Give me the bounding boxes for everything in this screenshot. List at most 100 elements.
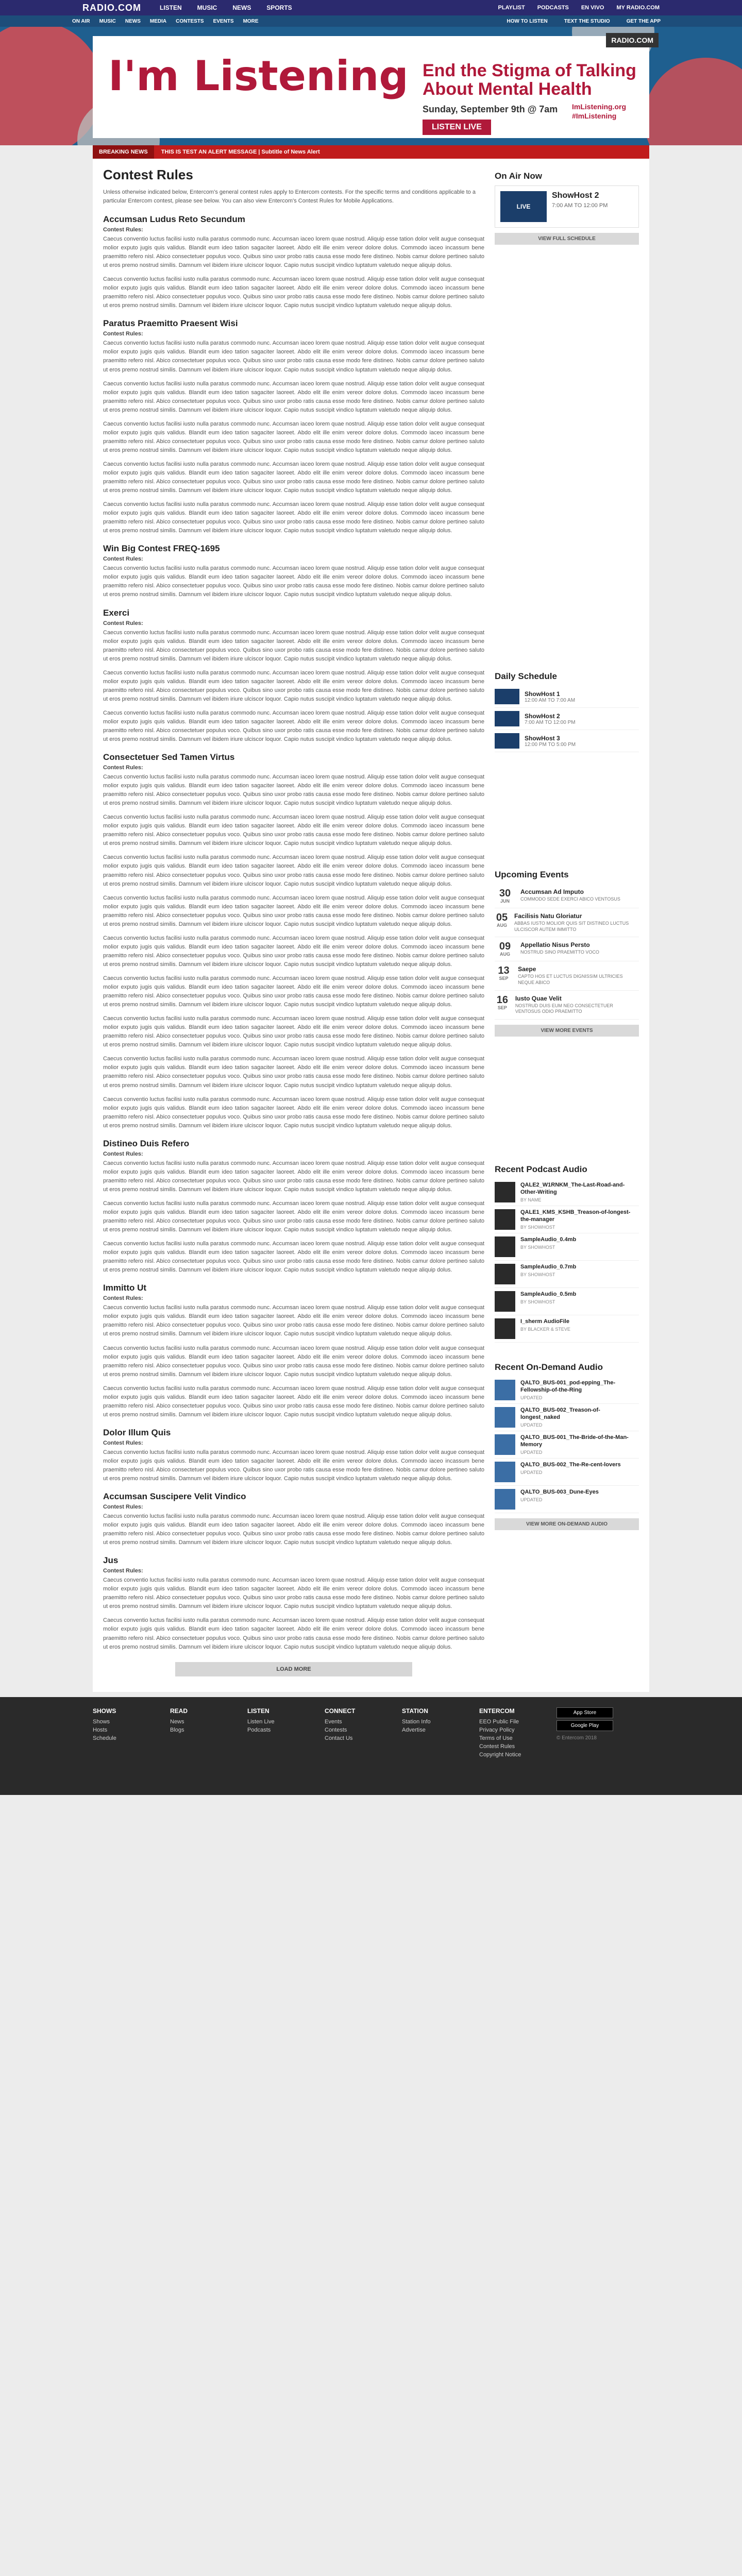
footer-link[interactable]: Hosts (93, 1727, 170, 1733)
podcast-item[interactable]: SampleAudio_0.7mb BY SHOWHOST (495, 1261, 639, 1289)
nav-en-vivo[interactable]: EN VIVO (581, 5, 604, 11)
station-nav-music[interactable]: MUSIC (99, 19, 116, 24)
full-schedule-button[interactable]: VIEW FULL SCHEDULE (495, 233, 639, 245)
google-play-badge[interactable]: Google Play (556, 1720, 613, 1731)
ondemand-item[interactable]: QALTO_BUS-001_pod-epping_The-Fellowship-… (495, 1377, 639, 1404)
footer-link[interactable]: Shows (93, 1719, 170, 1725)
podcast-item[interactable]: SampleAudio_0.4mb BY SHOWHOST (495, 1233, 639, 1261)
ondemand-info: QALTO_BUS-003_Dune-Eyes UPDATED (520, 1489, 599, 1510)
section-paragraph: Caecus conventio luctus facilisi iusto n… (103, 1385, 484, 1418)
listen-live-button[interactable]: LISTEN LIVE (423, 120, 491, 135)
event-date: 05 AUG (495, 912, 509, 933)
footer-heading: ENTERCOM (479, 1707, 515, 1715)
ondemand-item[interactable]: QALTO_BUS-001_The-Bride-of-the-Man-Memor… (495, 1431, 639, 1459)
section-paragraph: Caecus conventio luctus facilisi iusto n… (103, 565, 484, 598)
campaign-banner[interactable]: I'm Listening End the Stigma of Talking … (93, 36, 649, 138)
breaking-news-bar[interactable]: BREAKING NEWS THIS IS TEST AN ALERT MESS… (93, 145, 649, 159)
podcast-item[interactable]: QALE1_KMS_KSHB_Treason-of-longest-the-ma… (495, 1206, 639, 1234)
event-description: COMMODO SEDE EXERCI ABICO VENTOSUS (520, 896, 620, 902)
station-nav-news[interactable]: NEWS (125, 19, 141, 24)
radio-logo[interactable]: RADIO.COM (82, 3, 141, 13)
ondemand-item[interactable]: QALTO_BUS-002_The-Re-cent-lovers UPDATED (495, 1459, 639, 1486)
ondemand-status: UPDATED (520, 1395, 543, 1400)
event-item[interactable]: 13 SEP Saepe CAPTO HOS ET LUCTUS DIGNISSIM … (495, 961, 639, 991)
brand-logo[interactable]: RADIO.COM (606, 33, 659, 47)
view-events-button[interactable]: VIEW MORE EVENTS (495, 1025, 639, 1037)
footer-link[interactable]: Contest Rules (479, 1743, 556, 1750)
footer-link[interactable]: EEO Public File (479, 1719, 556, 1725)
footer-link[interactable]: Terms of Use (479, 1735, 556, 1741)
station-nav-contests[interactable]: CONTESTS (176, 19, 204, 24)
schedule-item[interactable]: ShowHost 1 12:00 AM TO 7:00 AM (495, 686, 639, 708)
ad-space (495, 1037, 639, 1160)
footer-link[interactable]: News (170, 1719, 247, 1725)
event-item[interactable]: 05 AUG Facilisis Natu Gloriatur ABBAS IUSTO… (495, 908, 639, 938)
section-title: Distineo Duis Refero (103, 1138, 190, 1148)
view-ondemand-button[interactable]: VIEW MORE ON-DEMAND AUDIO (495, 1518, 639, 1531)
copyright: © Entercom 2018 (556, 1735, 597, 1741)
footer-columns: SHOWS Shows Hosts Schedule READ News Blogs LIST… (93, 1707, 556, 1785)
podcast-author: BY BLACKER & STEVE (520, 1326, 570, 1332)
schedule-item[interactable]: ShowHost 3 12:00 PM TO 5:00 PM (495, 730, 639, 752)
nav-news[interactable]: NEWS (232, 4, 251, 11)
section-title: Exerci (103, 607, 130, 618)
footer-link[interactable]: Listen Live (247, 1719, 325, 1725)
footer-link[interactable]: Blogs (170, 1727, 247, 1733)
nav-playlist[interactable]: PLAYLIST (498, 5, 525, 11)
event-day: 16 (496, 994, 509, 1006)
campaign-headline: I'm Listening (108, 52, 409, 100)
footer-link[interactable]: Privacy Policy (479, 1727, 556, 1733)
footer-link[interactable]: Schedule (93, 1735, 170, 1741)
section-paragraph: Caecus conventio luctus facilisi iusto n… (103, 774, 484, 807)
footer-column: SHOWS Shows Hosts Schedule (93, 1707, 170, 1785)
load-more-button[interactable]: LOAD MORE (175, 1662, 412, 1676)
ondemand-info: QALTO_BUS-001_The-Bride-of-the-Man-Memor… (520, 1434, 639, 1455)
footer-link[interactable]: Contact Us (325, 1735, 402, 1741)
station-nav-on-air[interactable]: ON AIR (72, 19, 90, 24)
event-item[interactable]: 16 SEP Iusto Quae Velit NOSTRUD DUIS EUM NE… (495, 991, 639, 1020)
nav-sports[interactable]: SPORTS (266, 4, 292, 11)
nav-listen[interactable]: LISTEN (160, 4, 182, 11)
section-paragraph: Caecus conventio luctus facilisi iusto n… (103, 501, 484, 534)
top-navigation: RADIO.COM LISTEN MUSIC NEWS SPORTS PLAYL… (0, 0, 742, 15)
station-nav-media[interactable]: MEDIA (150, 19, 166, 24)
decorative-circle (644, 58, 742, 145)
event-item[interactable]: 09 AUG Appellatio Nisus Persto NOSTRUD SINO… (495, 937, 639, 962)
ondemand-item[interactable]: QALTO_BUS-002_Treason-of-longest_naked UP… (495, 1404, 639, 1432)
breaking-news-text[interactable]: THIS IS TEST AN ALERT MESSAGE | Subtitle… (154, 149, 327, 155)
podcast-list: QALE2_W1RNKM_The-Last-Road-and-Other-Wri… (495, 1179, 639, 1343)
podcast-info: QALE1_KMS_KSHB_Treason-of-longest-the-ma… (520, 1209, 639, 1230)
footer-heading: LISTEN (247, 1707, 269, 1715)
footer-link[interactable]: Events (325, 1719, 402, 1725)
nav-podcasts[interactable]: PODCASTS (537, 5, 569, 11)
podcast-thumbnail (495, 1291, 515, 1312)
ondemand-thumbnail (495, 1434, 515, 1455)
how-to-listen-link[interactable]: HOW TO LISTEN (507, 19, 548, 24)
podcast-item[interactable]: I_sherm AudioFile BY BLACKER & STEVE (495, 1315, 639, 1343)
text-studio-link[interactable]: TEXT THE STUDIO (564, 19, 610, 24)
footer-link[interactable]: Advertise (402, 1727, 479, 1733)
footer-heading: READ (170, 1707, 188, 1715)
section-paragraph: Caecus conventio luctus facilisi iusto n… (103, 1096, 484, 1129)
podcast-info: SampleAudio_0.4mb BY SHOWHOST (520, 1236, 576, 1257)
footer-link[interactable]: Contests (325, 1727, 402, 1733)
section-paragraph: Caecus conventio luctus facilisi iusto n… (103, 1304, 484, 1337)
schedule-item[interactable]: ShowHost 2 7:00 AM TO 12:00 PM (495, 708, 639, 730)
nav-music[interactable]: MUSIC (197, 4, 217, 11)
station-nav-events[interactable]: EVENTS (213, 19, 234, 24)
podcast-item[interactable]: SampleAudio_0.5mb BY SHOWHOST (495, 1288, 639, 1316)
section-subtitle: Contest Rules: (103, 1568, 143, 1574)
footer-link[interactable]: Podcasts (247, 1727, 325, 1733)
ondemand-item[interactable]: QALTO_BUS-003_Dune-Eyes UPDATED (495, 1486, 639, 1514)
station-nav-more[interactable]: MORE (243, 19, 259, 24)
section-paragraph: Caecus conventio luctus facilisi iusto n… (103, 709, 484, 743)
app-store-badge[interactable]: App Store (556, 1707, 613, 1718)
on-air-card[interactable]: LIVE ShowHost 2 7:00 AM TO 12:00 PM (495, 185, 639, 228)
section-title: Accumsan Suscipere Velit Vindico (103, 1492, 246, 1502)
footer-link[interactable]: Copyright Notice (479, 1752, 556, 1758)
get-app-link[interactable]: GET THE APP (627, 19, 661, 24)
podcast-item[interactable]: QALE2_W1RNKM_The-Last-Road-and-Other-Wri… (495, 1179, 639, 1207)
event-item[interactable]: 30 JUN Accumsan Ad Imputo COMMODO SEDE EXER… (495, 884, 639, 908)
footer-link[interactable]: Station Info (402, 1719, 479, 1725)
nav-my-radio[interactable]: MY RADIO.COM (616, 5, 660, 11)
